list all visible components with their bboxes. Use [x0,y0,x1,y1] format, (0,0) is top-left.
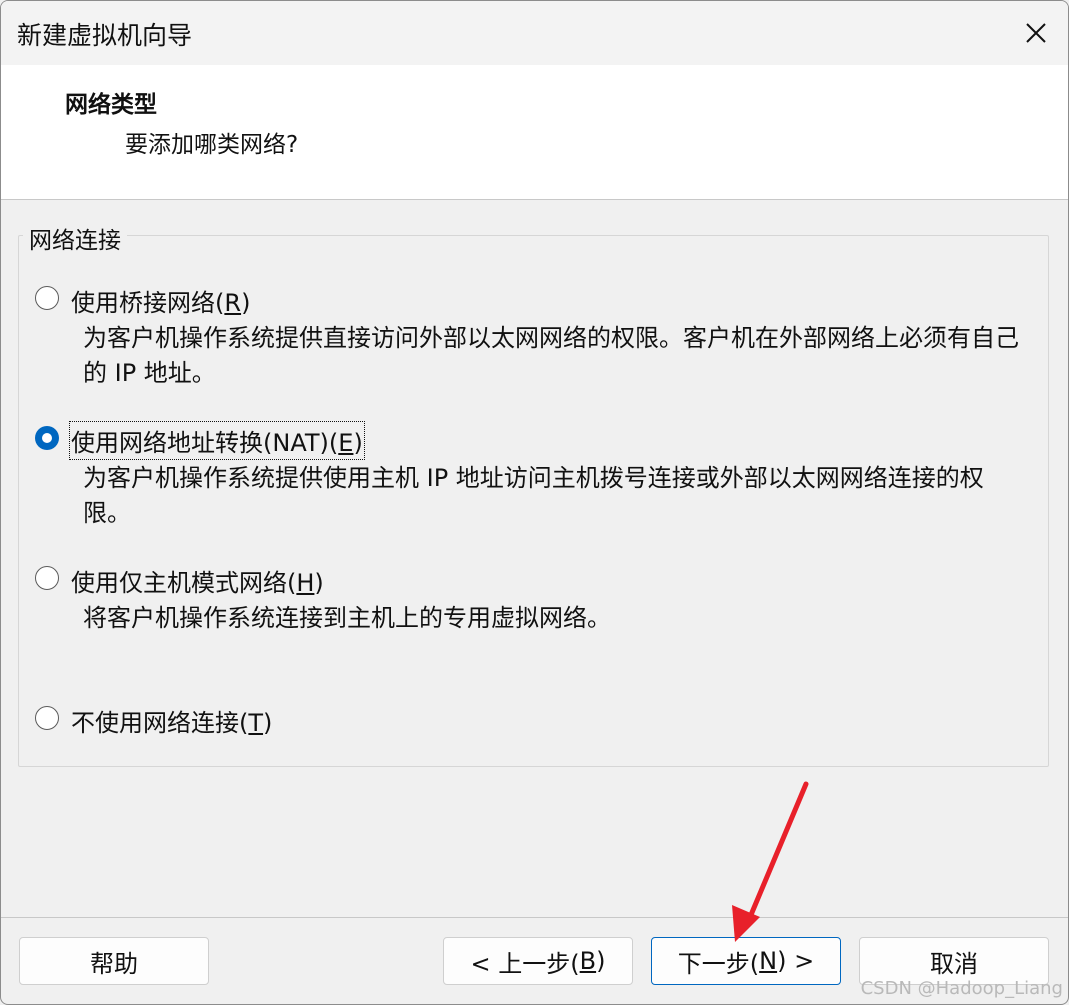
back-button[interactable]: < 上一步(B) [443,937,633,985]
button-text: 下一步( [677,949,760,978]
close-button[interactable] [1004,1,1068,65]
option-label[interactable]: 使用仅主机模式网络(H) [71,563,324,598]
option-description: 为客户机操作系统提供使用主机 IP 地址访问主机拨号连接或外部以太网网络连接的权… [83,464,984,527]
accelerator-key: H [296,569,315,597]
close-icon [1026,23,1046,43]
accelerator-key: T [248,709,264,737]
label-text: ) [314,569,324,597]
accelerator-key: R [224,289,242,317]
next-button[interactable]: 下一步(N) > [651,937,841,985]
accelerator-key: B [579,947,597,975]
option-label[interactable]: 不使用网络连接(T) [71,703,272,738]
footer-divider [1,917,1068,918]
accelerator-key: N [759,947,778,975]
label-text: 使用仅主机模式网络( [71,569,297,597]
option-label[interactable]: 使用桥接网络(R) [71,283,250,318]
label-text: 使用网络地址转换(NAT)( [71,429,339,457]
label-text: ) [241,289,251,317]
button-text: < 上一步( [470,949,580,978]
radio-nat[interactable] [35,426,59,450]
watermark: CSDN @Hadoop_Liang [860,978,1063,999]
group-legend: 网络连接 [23,221,127,255]
button-text: ) [596,947,606,975]
label-text: 不使用网络连接( [71,709,249,737]
wizard-window: 新建虚拟机向导 网络类型 要添加哪类网络? 网络连接 使用桥接网络(R) 为客户… [0,0,1069,1005]
accelerator-key: E [338,429,354,457]
header-panel: 网络类型 要添加哪类网络? [1,65,1068,200]
title-bar[interactable]: 新建虚拟机向导 [1,1,1068,65]
option-description: 将客户机操作系统连接到主机上的专用虚拟网络。 [83,604,611,632]
option-label[interactable]: 使用网络地址转换(NAT)(E) [69,421,365,460]
page-subtitle: 要添加哪类网络? [125,132,299,158]
label-text: 使用桥接网络( [71,289,225,317]
window-title: 新建虚拟机向导 [17,21,193,50]
radio-bridged[interactable] [35,286,59,310]
label-text: ) [263,709,273,737]
page-title: 网络类型 [65,92,157,118]
help-button[interactable]: 帮助 [19,937,209,985]
label-text: ) [353,429,363,457]
option-description: 为客户机操作系统提供直接访问外部以太网网络的权限。客户机在外部网络上必须有自己的… [83,324,1019,387]
radio-no-network[interactable] [35,706,59,730]
button-text: ) > [777,947,815,975]
radio-host-only[interactable] [35,566,59,590]
